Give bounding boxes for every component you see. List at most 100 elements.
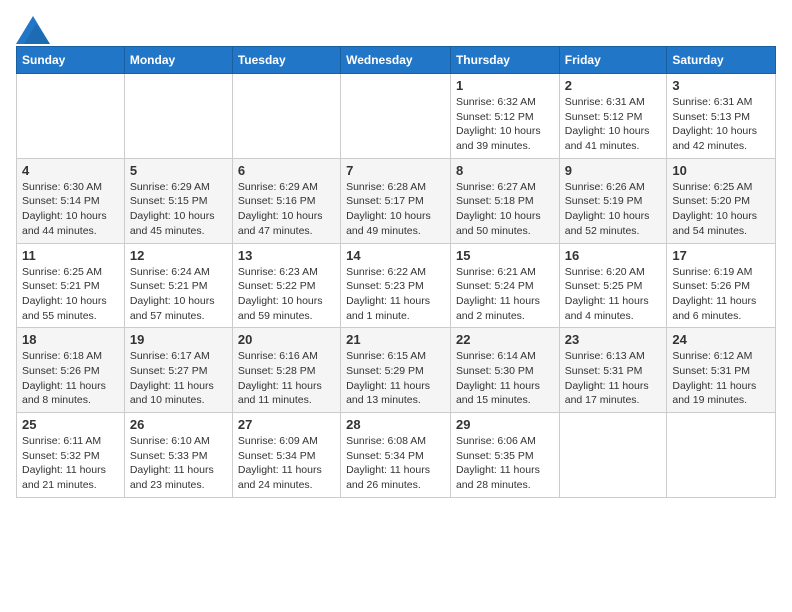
- calendar-cell: 17 Sunrise: 6:19 AMSunset: 5:26 PMDayligh…: [667, 243, 776, 328]
- day-number: 15: [456, 248, 554, 263]
- calendar-cell: 11Sunrise: 6:25 AMSunset: 5:21 PMDayligh…: [17, 243, 125, 328]
- day-info: Sunrise: 6:16 AMSunset: 5:28 PMDaylight:…: [238, 349, 335, 408]
- day-number: 23: [565, 332, 662, 347]
- calendar-header-row: SundayMondayTuesdayWednesdayThursdayFrid…: [17, 47, 776, 74]
- day-info: Sunrise: 6:31 AMSunset: 5:13 PMDaylight:…: [672, 95, 770, 154]
- calendar-cell: 28Sunrise: 6:08 AMSunset: 5:34 PMDayligh…: [341, 413, 451, 498]
- day-number: 8: [456, 163, 554, 178]
- calendar-cell: 21 Sunrise: 6:15 AMSunset: 5:29 PMDayligh…: [341, 328, 451, 413]
- calendar-cell: 8 Sunrise: 6:27 AMSunset: 5:18 PMDaylight…: [450, 158, 559, 243]
- day-number: 1: [456, 78, 554, 93]
- calendar-cell: 13 Sunrise: 6:23 AMSunset: 5:22 PMDayligh…: [232, 243, 340, 328]
- day-info: Sunrise: 6:21 AMSunset: 5:24 PMDaylight:…: [456, 265, 554, 324]
- calendar-cell: [232, 74, 340, 159]
- weekday-header-friday: Friday: [559, 47, 667, 74]
- day-info: Sunrise: 6:12 AMSunset: 5:31 PMDaylight:…: [672, 349, 770, 408]
- calendar-cell: 15 Sunrise: 6:21 AMSunset: 5:24 PMDayligh…: [450, 243, 559, 328]
- day-info: Sunrise: 6:09 AMSunset: 5:34 PMDaylight:…: [238, 434, 335, 493]
- calendar-cell: 29 Sunrise: 6:06 AMSunset: 5:35 PMDayligh…: [450, 413, 559, 498]
- day-number: 29: [456, 417, 554, 432]
- calendar-cell: 3 Sunrise: 6:31 AMSunset: 5:13 PMDaylight…: [667, 74, 776, 159]
- calendar-cell: 19Sunrise: 6:17 AMSunset: 5:27 PMDayligh…: [124, 328, 232, 413]
- day-info: Sunrise: 6:13 AMSunset: 5:31 PMDaylight:…: [565, 349, 662, 408]
- day-info: Sunrise: 6:30 AMSunset: 5:14 PMDaylight:…: [22, 180, 119, 239]
- calendar-cell: 25 Sunrise: 6:11 AMSunset: 5:32 PMDayligh…: [17, 413, 125, 498]
- calendar-week-4: 18Sunrise: 6:18 AMSunset: 5:26 PMDayligh…: [17, 328, 776, 413]
- day-number: 27: [238, 417, 335, 432]
- calendar-cell: 20 Sunrise: 6:16 AMSunset: 5:28 PMDayligh…: [232, 328, 340, 413]
- day-info: Sunrise: 6:32 AMSunset: 5:12 PMDaylight:…: [456, 95, 554, 154]
- day-info: Sunrise: 6:31 AMSunset: 5:12 PMDaylight:…: [565, 95, 662, 154]
- day-number: 11: [22, 248, 119, 263]
- calendar-cell: 22 Sunrise: 6:14 AMSunset: 5:30 PMDayligh…: [450, 328, 559, 413]
- day-number: 10: [672, 163, 770, 178]
- calendar-cell: 10 Sunrise: 6:25 AMSunset: 5:20 PMDayligh…: [667, 158, 776, 243]
- calendar-cell: [559, 413, 667, 498]
- day-info: Sunrise: 6:06 AMSunset: 5:35 PMDaylight:…: [456, 434, 554, 493]
- calendar-week-5: 25 Sunrise: 6:11 AMSunset: 5:32 PMDayligh…: [17, 413, 776, 498]
- day-info: Sunrise: 6:19 AMSunset: 5:26 PMDaylight:…: [672, 265, 770, 324]
- calendar-week-3: 11Sunrise: 6:25 AMSunset: 5:21 PMDayligh…: [17, 243, 776, 328]
- day-number: 9: [565, 163, 662, 178]
- calendar-cell: 16 Sunrise: 6:20 AMSunset: 5:25 PMDayligh…: [559, 243, 667, 328]
- calendar-cell: [17, 74, 125, 159]
- day-number: 24: [672, 332, 770, 347]
- day-number: 25: [22, 417, 119, 432]
- page-header: [16, 16, 776, 38]
- day-number: 26: [130, 417, 227, 432]
- calendar-cell: 12 Sunrise: 6:24 AMSunset: 5:21 PMDayligh…: [124, 243, 232, 328]
- day-number: 6: [238, 163, 335, 178]
- calendar-cell: 14 Sunrise: 6:22 AMSunset: 5:23 PMDayligh…: [341, 243, 451, 328]
- day-info: Sunrise: 6:27 AMSunset: 5:18 PMDaylight:…: [456, 180, 554, 239]
- calendar-cell: 9 Sunrise: 6:26 AMSunset: 5:19 PMDaylight…: [559, 158, 667, 243]
- calendar-cell: 23 Sunrise: 6:13 AMSunset: 5:31 PMDayligh…: [559, 328, 667, 413]
- calendar-cell: 24 Sunrise: 6:12 AMSunset: 5:31 PMDayligh…: [667, 328, 776, 413]
- calendar-cell: 6Sunrise: 6:29 AMSunset: 5:16 PMDaylight…: [232, 158, 340, 243]
- day-number: 21: [346, 332, 445, 347]
- day-info: Sunrise: 6:28 AMSunset: 5:17 PMDaylight:…: [346, 180, 445, 239]
- calendar-cell: [667, 413, 776, 498]
- day-info: Sunrise: 6:29 AMSunset: 5:15 PMDaylight:…: [130, 180, 227, 239]
- day-number: 13: [238, 248, 335, 263]
- day-number: 2: [565, 78, 662, 93]
- day-info: Sunrise: 6:10 AMSunset: 5:33 PMDaylight:…: [130, 434, 227, 493]
- calendar-cell: 2 Sunrise: 6:31 AMSunset: 5:12 PMDaylight…: [559, 74, 667, 159]
- day-info: Sunrise: 6:15 AMSunset: 5:29 PMDaylight:…: [346, 349, 445, 408]
- logo-icon: [16, 16, 46, 38]
- day-info: Sunrise: 6:24 AMSunset: 5:21 PMDaylight:…: [130, 265, 227, 324]
- day-number: 16: [565, 248, 662, 263]
- day-info: Sunrise: 6:25 AMSunset: 5:20 PMDaylight:…: [672, 180, 770, 239]
- day-number: 7: [346, 163, 445, 178]
- day-info: Sunrise: 6:26 AMSunset: 5:19 PMDaylight:…: [565, 180, 662, 239]
- calendar-week-1: 1 Sunrise: 6:32 AMSunset: 5:12 PMDaylight…: [17, 74, 776, 159]
- calendar-cell: 27 Sunrise: 6:09 AMSunset: 5:34 PMDayligh…: [232, 413, 340, 498]
- calendar-table: SundayMondayTuesdayWednesdayThursdayFrid…: [16, 46, 776, 498]
- day-info: Sunrise: 6:11 AMSunset: 5:32 PMDaylight:…: [22, 434, 119, 493]
- day-number: 20: [238, 332, 335, 347]
- weekday-header-wednesday: Wednesday: [341, 47, 451, 74]
- weekday-header-monday: Monday: [124, 47, 232, 74]
- day-number: 17: [672, 248, 770, 263]
- day-info: Sunrise: 6:23 AMSunset: 5:22 PMDaylight:…: [238, 265, 335, 324]
- calendar-cell: 1 Sunrise: 6:32 AMSunset: 5:12 PMDaylight…: [450, 74, 559, 159]
- calendar-cell: 7 Sunrise: 6:28 AMSunset: 5:17 PMDaylight…: [341, 158, 451, 243]
- day-number: 3: [672, 78, 770, 93]
- weekday-header-tuesday: Tuesday: [232, 47, 340, 74]
- calendar-cell: 4 Sunrise: 6:30 AMSunset: 5:14 PMDaylight…: [17, 158, 125, 243]
- calendar-cell: 5 Sunrise: 6:29 AMSunset: 5:15 PMDaylight…: [124, 158, 232, 243]
- day-info: Sunrise: 6:20 AMSunset: 5:25 PMDaylight:…: [565, 265, 662, 324]
- day-info: Sunrise: 6:17 AMSunset: 5:27 PMDaylight:…: [130, 349, 227, 408]
- day-number: 22: [456, 332, 554, 347]
- day-number: 12: [130, 248, 227, 263]
- calendar-cell: [124, 74, 232, 159]
- day-number: 14: [346, 248, 445, 263]
- day-number: 4: [22, 163, 119, 178]
- weekday-header-thursday: Thursday: [450, 47, 559, 74]
- calendar-week-2: 4 Sunrise: 6:30 AMSunset: 5:14 PMDaylight…: [17, 158, 776, 243]
- day-number: 28: [346, 417, 445, 432]
- day-info: Sunrise: 6:14 AMSunset: 5:30 PMDaylight:…: [456, 349, 554, 408]
- calendar-cell: 26 Sunrise: 6:10 AMSunset: 5:33 PMDayligh…: [124, 413, 232, 498]
- weekday-header-sunday: Sunday: [17, 47, 125, 74]
- day-info: Sunrise: 6:22 AMSunset: 5:23 PMDaylight:…: [346, 265, 445, 324]
- day-number: 5: [130, 163, 227, 178]
